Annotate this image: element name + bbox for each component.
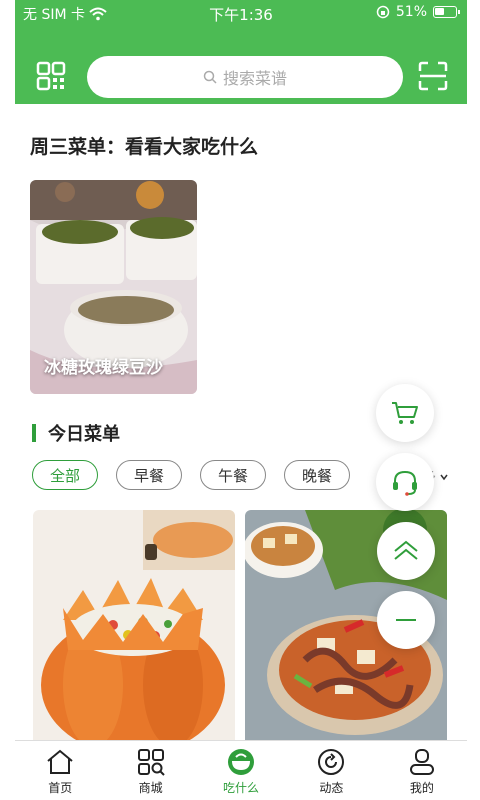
- status-bar: 无 SIM 卡 下午1:36 51%: [15, 0, 467, 26]
- back-to-top-button[interactable]: [377, 522, 435, 580]
- recipe-card[interactable]: [33, 510, 235, 742]
- home-icon: [47, 749, 73, 774]
- cart-button[interactable]: [376, 384, 434, 442]
- filter-chip-all[interactable]: 全部: [32, 460, 98, 490]
- orientation-lock-icon: [376, 5, 390, 19]
- tab-mall-label: 商城: [138, 781, 163, 795]
- top-bar: 无 SIM 卡 下午1:36 51% 搜索菜谱: [15, 0, 467, 104]
- today-menu-title: 今日菜单: [48, 424, 120, 445]
- featured-recipe-card[interactable]: 冰糖玫瑰绿豆沙: [30, 180, 197, 394]
- qr-code-icon[interactable]: [35, 60, 67, 92]
- chevron-down-icon: [440, 474, 448, 481]
- customer-service-button[interactable]: [376, 453, 434, 511]
- tab-activity-label: 动态: [319, 781, 344, 795]
- search-icon: [203, 70, 217, 84]
- section-accent-bar: [32, 424, 36, 442]
- minimize-icon: [396, 619, 416, 621]
- battery-icon: [433, 6, 460, 18]
- mall-icon: [137, 749, 165, 776]
- profile-icon: [409, 749, 434, 775]
- tab-mall[interactable]: 商城: [105, 741, 195, 800]
- minimize-button[interactable]: [377, 591, 435, 649]
- tab-home-label: 首页: [48, 781, 73, 795]
- tab-profile[interactable]: 我的: [377, 741, 467, 800]
- meal-filter-chips: 全部 早餐 午餐 晚餐: [32, 460, 350, 490]
- tab-what-to-eat-label: 吃什么: [223, 781, 260, 795]
- search-input[interactable]: 搜索菜谱: [87, 56, 403, 98]
- filter-chip-breakfast[interactable]: 早餐: [116, 460, 182, 490]
- weekday-menu-title: 周三菜单：看看大家吃什么: [30, 136, 259, 158]
- search-placeholder: 搜索菜谱: [222, 69, 287, 88]
- bottom-tab-bar: 首页 商城 吃什么 动态 我的: [15, 740, 467, 800]
- bowl-icon: [228, 749, 255, 775]
- today-menu-header: 今日菜单: [32, 420, 120, 446]
- filter-chip-lunch[interactable]: 午餐: [200, 460, 266, 490]
- scan-icon[interactable]: [417, 60, 449, 92]
- battery-percent: 51%: [395, 4, 427, 20]
- tab-what-to-eat[interactable]: 吃什么: [196, 741, 286, 800]
- tab-activity[interactable]: 动态: [286, 741, 376, 800]
- cart-icon: [392, 402, 418, 424]
- tab-home[interactable]: 首页: [15, 741, 105, 800]
- filter-chip-dinner[interactable]: 晚餐: [284, 460, 350, 490]
- back-to-top-icon: [394, 540, 418, 560]
- status-right: 51%: [376, 4, 460, 20]
- tab-profile-label: 我的: [409, 781, 434, 795]
- headset-icon: [393, 470, 417, 496]
- refresh-icon: [318, 749, 345, 775]
- pumpkin-rice-image: [33, 510, 235, 742]
- featured-recipe-caption: 冰糖玫瑰绿豆沙: [44, 358, 163, 378]
